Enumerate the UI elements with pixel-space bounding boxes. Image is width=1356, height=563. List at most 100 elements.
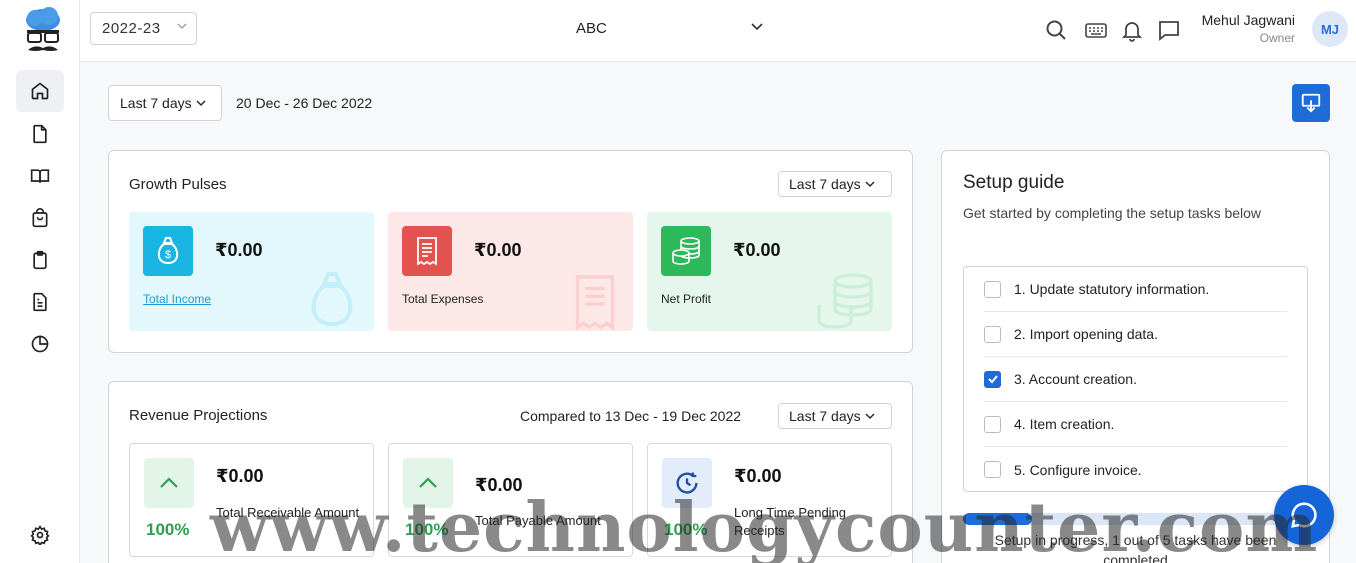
sidebar-item-books[interactable] xyxy=(16,155,64,197)
total-receivable-card[interactable]: ₹0.00 Total Receivable Amount 100% xyxy=(129,443,374,557)
pending-receipts-label: Long Time Pending Receipts xyxy=(734,505,847,538)
pending-receipts-change: 100% xyxy=(664,520,708,539)
total-expenses-amount: ₹0.00 xyxy=(474,240,522,260)
money-bag-icon: $ xyxy=(143,226,193,276)
chevron-down-icon xyxy=(177,21,187,34)
app-logo[interactable] xyxy=(22,6,64,56)
document-icon xyxy=(33,292,47,312)
svg-text:$: $ xyxy=(165,249,171,261)
growth-pulses-panel: Growth Pulses Last 7 days $ ₹0.00 Total … xyxy=(108,150,913,353)
setup-task-item[interactable]: 3. Account creation. xyxy=(984,357,1287,402)
total-payable-label: Total Payable Amount xyxy=(475,513,601,528)
chat-button[interactable] xyxy=(1274,485,1334,545)
growth-range-select[interactable]: Last 7 days xyxy=(778,171,892,197)
total-expenses-label: Total Expenses xyxy=(402,292,484,306)
home-icon xyxy=(31,82,49,100)
setup-task-list: 1. Update statutory information. 2. Impo… xyxy=(963,266,1308,492)
task-checkbox[interactable] xyxy=(984,370,1001,388)
gear-icon xyxy=(30,525,50,545)
total-receivable-amount: ₹0.00 xyxy=(216,466,264,486)
top-bar: 2022-23 ABC Mehul Jagwani Owner MJ xyxy=(80,0,1356,62)
sidebar-item-reports[interactable] xyxy=(16,281,64,323)
task-label: 4. Item creation. xyxy=(1014,416,1115,432)
total-receivable-label: Total Receivable Amount xyxy=(216,505,360,520)
coins-icon xyxy=(817,273,873,329)
arrow-up-icon xyxy=(403,458,453,508)
financial-year-value: 2022-23 xyxy=(102,20,161,37)
file-icon xyxy=(33,124,47,144)
net-profit-amount: ₹0.00 xyxy=(733,240,781,260)
setup-task-item[interactable]: 2. Import opening data. xyxy=(984,312,1287,357)
date-range-select-value: Last 7 days xyxy=(120,95,192,111)
share-button[interactable] xyxy=(1292,84,1330,122)
sidebar-item-analytics[interactable] xyxy=(16,323,64,365)
bell-icon[interactable] xyxy=(1120,18,1144,42)
check-icon xyxy=(987,375,998,384)
chevron-down-icon xyxy=(865,181,875,187)
search-icon[interactable] xyxy=(1044,18,1068,42)
task-label: 5. Configure invoice. xyxy=(1014,461,1142,478)
task-checkbox[interactable] xyxy=(984,461,1001,478)
task-label: 3. Account creation. xyxy=(1014,371,1137,387)
chevron-down-icon xyxy=(865,413,875,419)
message-icon[interactable] xyxy=(1157,18,1181,42)
total-expenses-card[interactable]: ₹0.00 Total Expenses xyxy=(388,212,633,331)
pie-chart-icon xyxy=(31,335,49,353)
user-role: Owner xyxy=(1259,31,1295,45)
growth-pulses-title: Growth Pulses xyxy=(129,176,227,193)
avatar[interactable]: MJ xyxy=(1312,11,1348,47)
company-name[interactable]: ABC xyxy=(576,20,607,37)
setup-task-item[interactable]: 5. Configure invoice. xyxy=(984,447,1287,492)
revenue-projections-panel: Revenue Projections Compared to 13 Dec -… xyxy=(108,381,913,563)
total-payable-change: 100% xyxy=(405,520,449,539)
arrow-up-icon xyxy=(144,458,194,508)
money-bag-icon xyxy=(311,272,353,327)
growth-range-value: Last 7 days xyxy=(789,176,861,192)
pending-receipts-amount: ₹0.00 xyxy=(734,466,782,486)
total-income-link[interactable]: Total Income xyxy=(143,292,211,306)
chevron-down-icon xyxy=(196,95,206,111)
task-label: 2. Import opening data. xyxy=(1014,326,1158,342)
user-name: Mehul Jagwani xyxy=(1201,12,1295,28)
setup-guide-subtitle: Get started by completing the setup task… xyxy=(963,205,1262,221)
task-checkbox[interactable] xyxy=(984,325,1001,343)
receipt-icon xyxy=(402,226,452,276)
total-payable-amount: ₹0.00 xyxy=(475,475,523,495)
sidebar-item-documents[interactable] xyxy=(16,113,64,155)
receipt-icon xyxy=(575,275,615,331)
date-range-select[interactable]: Last 7 days xyxy=(108,85,222,121)
pending-receipts-card[interactable]: ₹0.00 Long Time Pending Receipts 100% xyxy=(647,443,892,557)
sidebar-item-purchases[interactable] xyxy=(16,197,64,239)
projections-range-value: Last 7 days xyxy=(789,408,861,424)
setup-task-item[interactable]: 1. Update statutory information. xyxy=(984,267,1287,312)
total-income-card[interactable]: $ ₹0.00 Total Income xyxy=(129,212,374,331)
net-profit-label: Net Profit xyxy=(661,292,712,306)
financial-year-select[interactable]: 2022-23 xyxy=(90,12,197,45)
clock-icon xyxy=(662,458,712,508)
setup-progress-fill xyxy=(963,513,1032,525)
setup-task-item[interactable]: 4. Item creation. xyxy=(984,402,1287,447)
coins-icon xyxy=(661,226,711,276)
clipboard-icon xyxy=(33,250,47,270)
total-income-amount: ₹0.00 xyxy=(215,240,263,260)
book-icon xyxy=(30,169,50,183)
setup-progress-bar xyxy=(963,513,1308,525)
chevron-down-icon[interactable] xyxy=(750,19,764,38)
sidebar-item-settings[interactable] xyxy=(16,514,64,556)
setup-guide-title: Setup guide xyxy=(963,172,1065,193)
revenue-projections-title: Revenue Projections xyxy=(129,407,268,424)
projections-range-select[interactable]: Last 7 days xyxy=(778,403,892,429)
setup-progress-text: Setup in progress, 1 out of 5 tasks have… xyxy=(994,532,1277,563)
total-payable-card[interactable]: ₹0.00 Total Payable Amount 100% xyxy=(388,443,633,557)
net-profit-card[interactable]: ₹0.00 Net Profit xyxy=(647,212,892,331)
sidebar-item-home[interactable] xyxy=(16,70,64,112)
chat-bubble-icon xyxy=(1291,502,1317,528)
task-label: 1. Update statutory information. xyxy=(1014,281,1210,297)
task-checkbox[interactable] xyxy=(984,415,1001,433)
task-checkbox[interactable] xyxy=(984,280,1001,298)
keyboard-icon[interactable] xyxy=(1084,18,1108,42)
sidebar-item-tasks[interactable] xyxy=(16,239,64,281)
date-range-text: 20 Dec - 26 Dec 2022 xyxy=(236,95,373,111)
shopping-bag-icon xyxy=(32,208,48,228)
share-icon xyxy=(1301,93,1321,113)
